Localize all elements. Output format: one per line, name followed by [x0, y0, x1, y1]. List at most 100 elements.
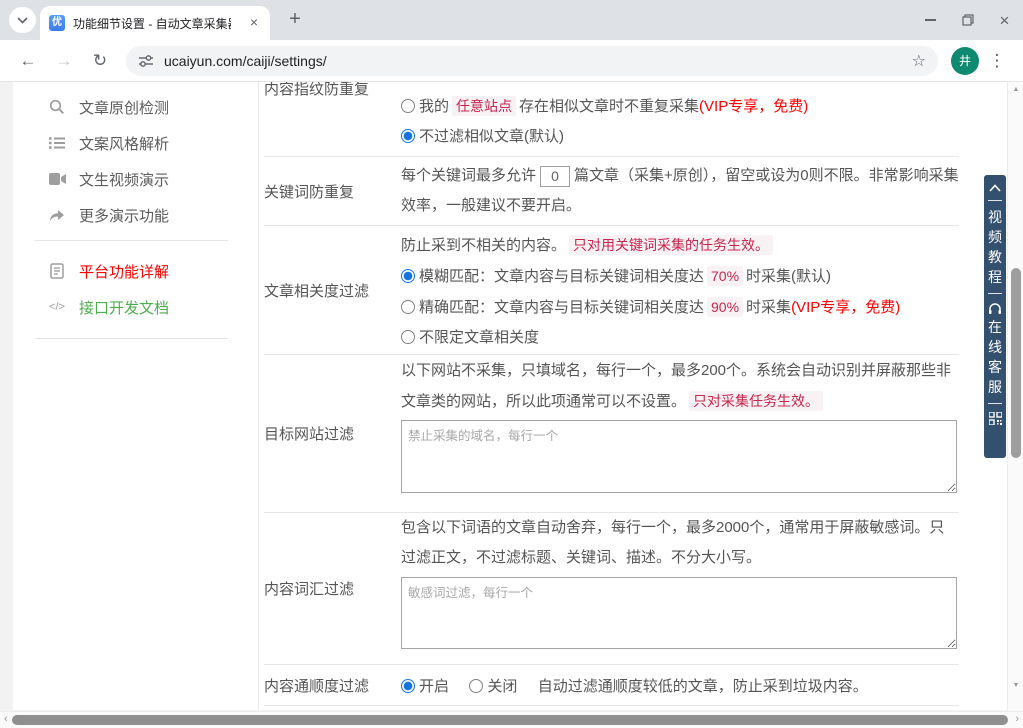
browser-menu-icon[interactable]: ⋮ — [987, 51, 1007, 71]
panel-divider — [988, 403, 1002, 404]
minimize-button[interactable] — [912, 0, 949, 40]
keyword-limit-input[interactable] — [540, 166, 570, 187]
radio-unchecked-icon[interactable] — [401, 300, 415, 314]
sidebar-divider — [35, 338, 228, 339]
headset-icon[interactable] — [988, 302, 1002, 315]
browser-tab[interactable]: 优 功能细节设置 - 自动文章采集器 × — [40, 6, 270, 40]
setting-row-word-filter: 内容词汇过滤 包含以下词语的文章自动舍弃，每行一个，最多2000个，通常用于屏蔽… — [264, 513, 959, 665]
fingerprint-option-my-sites[interactable]: 我的任意站点存在相似文章时不重复采集(VIP专享，免费) — [401, 91, 959, 122]
fluency-option-on[interactable]: 开启 — [401, 678, 449, 695]
content-card: 文章原创检测 文案风格解析 文生视频演示 — [13, 82, 1007, 710]
site-filter-desc: 以下网站不采集，只填域名，每行一个，最多200个。系统会自动识别并屏蔽那些非文章… — [401, 356, 959, 417]
share-arrow-icon — [48, 206, 66, 224]
relevance-option-exact[interactable]: 精确匹配：文章内容与目标关键词相关度达90%时采集(VIP专享，免费) — [401, 292, 959, 323]
relevance-option-fuzzy[interactable]: 模糊匹配：文章内容与目标关键词相关度达70%时采集(默认) — [401, 261, 959, 292]
scroll-up-arrow-icon[interactable]: ▲ — [1008, 86, 1023, 93]
setting-row-fluency-filter: 内容通顺度过滤 开启 关闭 自动过滤通顺度较低的文章，防止采到垃圾内容。 — [264, 665, 959, 706]
online-service-button[interactable]: 在线客服 — [988, 317, 1003, 397]
option-text: 时采集(默认) — [746, 268, 831, 285]
relevance-desc: 防止采到不相关的内容。只对用关键词采集的任务生效。 — [401, 230, 959, 261]
tab-strip: 优 功能细节设置 - 自动文章采集器 × + × — [0, 0, 1023, 40]
back-button[interactable]: ← — [16, 49, 40, 73]
tab-close-icon[interactable]: × — [246, 15, 262, 31]
site-favicon: 优 — [49, 15, 65, 31]
word-filter-textarea[interactable] — [401, 577, 957, 649]
vertical-scrollbar[interactable]: ▲ ▼ — [1007, 82, 1023, 711]
sidebar-item-style-analysis[interactable]: 文案风格解析 — [13, 125, 258, 161]
qr-code-button[interactable] — [989, 412, 1002, 425]
site-filter-textarea[interactable] — [401, 420, 957, 493]
browser-toolbar: ← → ↻ ucaiyun.com/caiji/settings/ ☆ 井 ⋮ — [0, 40, 1023, 82]
site-settings-tune-icon[interactable] — [138, 54, 154, 68]
relevance-option-none[interactable]: 不限定文章相关度 — [401, 323, 959, 353]
horizontal-scrollbar[interactable]: ‹ › — [0, 711, 1023, 728]
sidebar-item-api-docs[interactable]: </> 接口开发文档 — [13, 289, 258, 325]
bookmark-star-icon[interactable]: ☆ — [912, 51, 926, 71]
close-button[interactable]: × — [986, 0, 1023, 40]
tab-title: 功能细节设置 - 自动文章采集器 — [73, 15, 231, 32]
chevron-down-icon — [17, 17, 28, 24]
sidebar: 文章原创检测 文案风格解析 文生视频演示 — [13, 82, 258, 710]
any-site-link[interactable]: 任意站点 — [452, 96, 516, 116]
setting-label: 关键词防重复 — [264, 157, 401, 225]
sidebar-item-more-demos[interactable]: 更多演示功能 — [13, 197, 258, 233]
search-icon — [48, 98, 66, 116]
fluency-option-off[interactable]: 关闭 — [469, 678, 517, 695]
profile-avatar[interactable]: 井 — [951, 47, 979, 75]
setting-content: 开启 关闭 自动过滤通顺度较低的文章，防止采到垃圾内容。 — [401, 665, 959, 705]
back-to-top-button[interactable] — [989, 184, 1001, 192]
scroll-left-arrow-icon[interactable]: ‹ — [4, 713, 8, 725]
fingerprint-option-no-filter[interactable]: 不过滤相似文章(默认) — [401, 122, 959, 152]
url-text[interactable]: ucaiyun.com/caiji/settings/ — [164, 53, 327, 69]
setting-content: 包含以下词语的文章自动舍弃，每行一个，最多2000个，通常用于屏蔽敏感词。只过滤… — [401, 513, 959, 664]
panel-divider — [988, 293, 1002, 294]
chevron-up-icon — [989, 184, 1001, 192]
exact-threshold: 90% — [707, 297, 743, 317]
option-text: 关闭 — [487, 678, 517, 695]
scroll-right-arrow-icon[interactable]: › — [1015, 713, 1019, 725]
sidebar-item-originality-check[interactable]: 文章原创检测 — [13, 89, 258, 125]
option-text: 开启 — [419, 678, 449, 695]
radio-checked-icon[interactable] — [401, 269, 415, 283]
keyword-limit-text-pre: 每个关键词最多允许 — [401, 167, 536, 184]
setting-content: 以下网站不采集，只填域名，每行一个，最多200个。系统会自动识别并屏蔽那些非文章… — [401, 355, 959, 512]
qr-code-icon — [989, 412, 1002, 425]
forward-button[interactable]: → — [52, 49, 76, 73]
vertical-scrollbar-thumb[interactable] — [1011, 268, 1021, 458]
sidebar-item-label: 接口开发文档 — [79, 297, 169, 318]
collect-task-note: 只对采集任务生效。 — [689, 391, 823, 411]
sidebar-item-label: 文生视频演示 — [79, 169, 169, 190]
close-icon: × — [1000, 12, 1010, 29]
minimize-icon — [925, 19, 936, 21]
address-bar[interactable]: ucaiyun.com/caiji/settings/ ☆ — [126, 46, 938, 76]
reload-button[interactable]: ↻ — [88, 49, 112, 73]
horizontal-scrollbar-thumb[interactable] — [12, 715, 1008, 725]
option-text: 精确匹配：文章内容与目标关键词相关度达 — [419, 299, 704, 316]
window-controls: × — [912, 0, 1023, 40]
radio-checked-icon[interactable] — [401, 679, 415, 693]
desc-text: 防止采到不相关的内容。 — [401, 237, 566, 254]
document-icon — [48, 262, 66, 280]
restore-icon — [962, 14, 974, 26]
desc-text: 以下网站不采集，只填域名，每行一个，最多200个。系统会自动识别并屏蔽那些非文章… — [401, 362, 951, 410]
radio-checked-icon[interactable] — [401, 129, 415, 143]
scroll-down-arrow-icon[interactable]: ▼ — [1008, 682, 1023, 689]
option-text: 不限定文章相关度 — [419, 329, 539, 346]
browser-window: 优 功能细节设置 - 自动文章采集器 × + × ← → ↻ ucaiyun.c… — [0, 0, 1023, 728]
sidebar-item-text-to-video-demo[interactable]: 文生视频演示 — [13, 161, 258, 197]
setting-content: 防止采到不相关的内容。只对用关键词采集的任务生效。 模糊匹配：文章内容与目标关键… — [401, 226, 959, 354]
tab-search-button[interactable] — [9, 7, 36, 33]
vip-note: (VIP专享，免费) — [791, 299, 900, 316]
setting-row-fingerprint-dedup: 内容指纹防重复 我的任意站点存在相似文章时不重复采集(VIP专享，免费) 不过滤… — [264, 82, 959, 157]
restore-button[interactable] — [949, 0, 986, 40]
sidebar-item-label: 更多演示功能 — [79, 205, 169, 226]
radio-unchecked-icon[interactable] — [401, 330, 415, 344]
video-tutorial-button[interactable]: 视频教程 — [988, 207, 1003, 287]
fluency-desc: 自动过滤通顺度较低的文章，防止采到垃圾内容。 — [538, 678, 868, 695]
option-text: 模糊匹配：文章内容与目标关键词相关度达 — [419, 268, 704, 285]
radio-unchecked-icon[interactable] — [469, 679, 483, 693]
sidebar-item-platform-features[interactable]: 平台功能详解 — [13, 253, 258, 289]
panel-divider — [988, 200, 1002, 201]
radio-unchecked-icon[interactable] — [401, 99, 415, 113]
new-tab-button[interactable]: + — [284, 9, 306, 31]
